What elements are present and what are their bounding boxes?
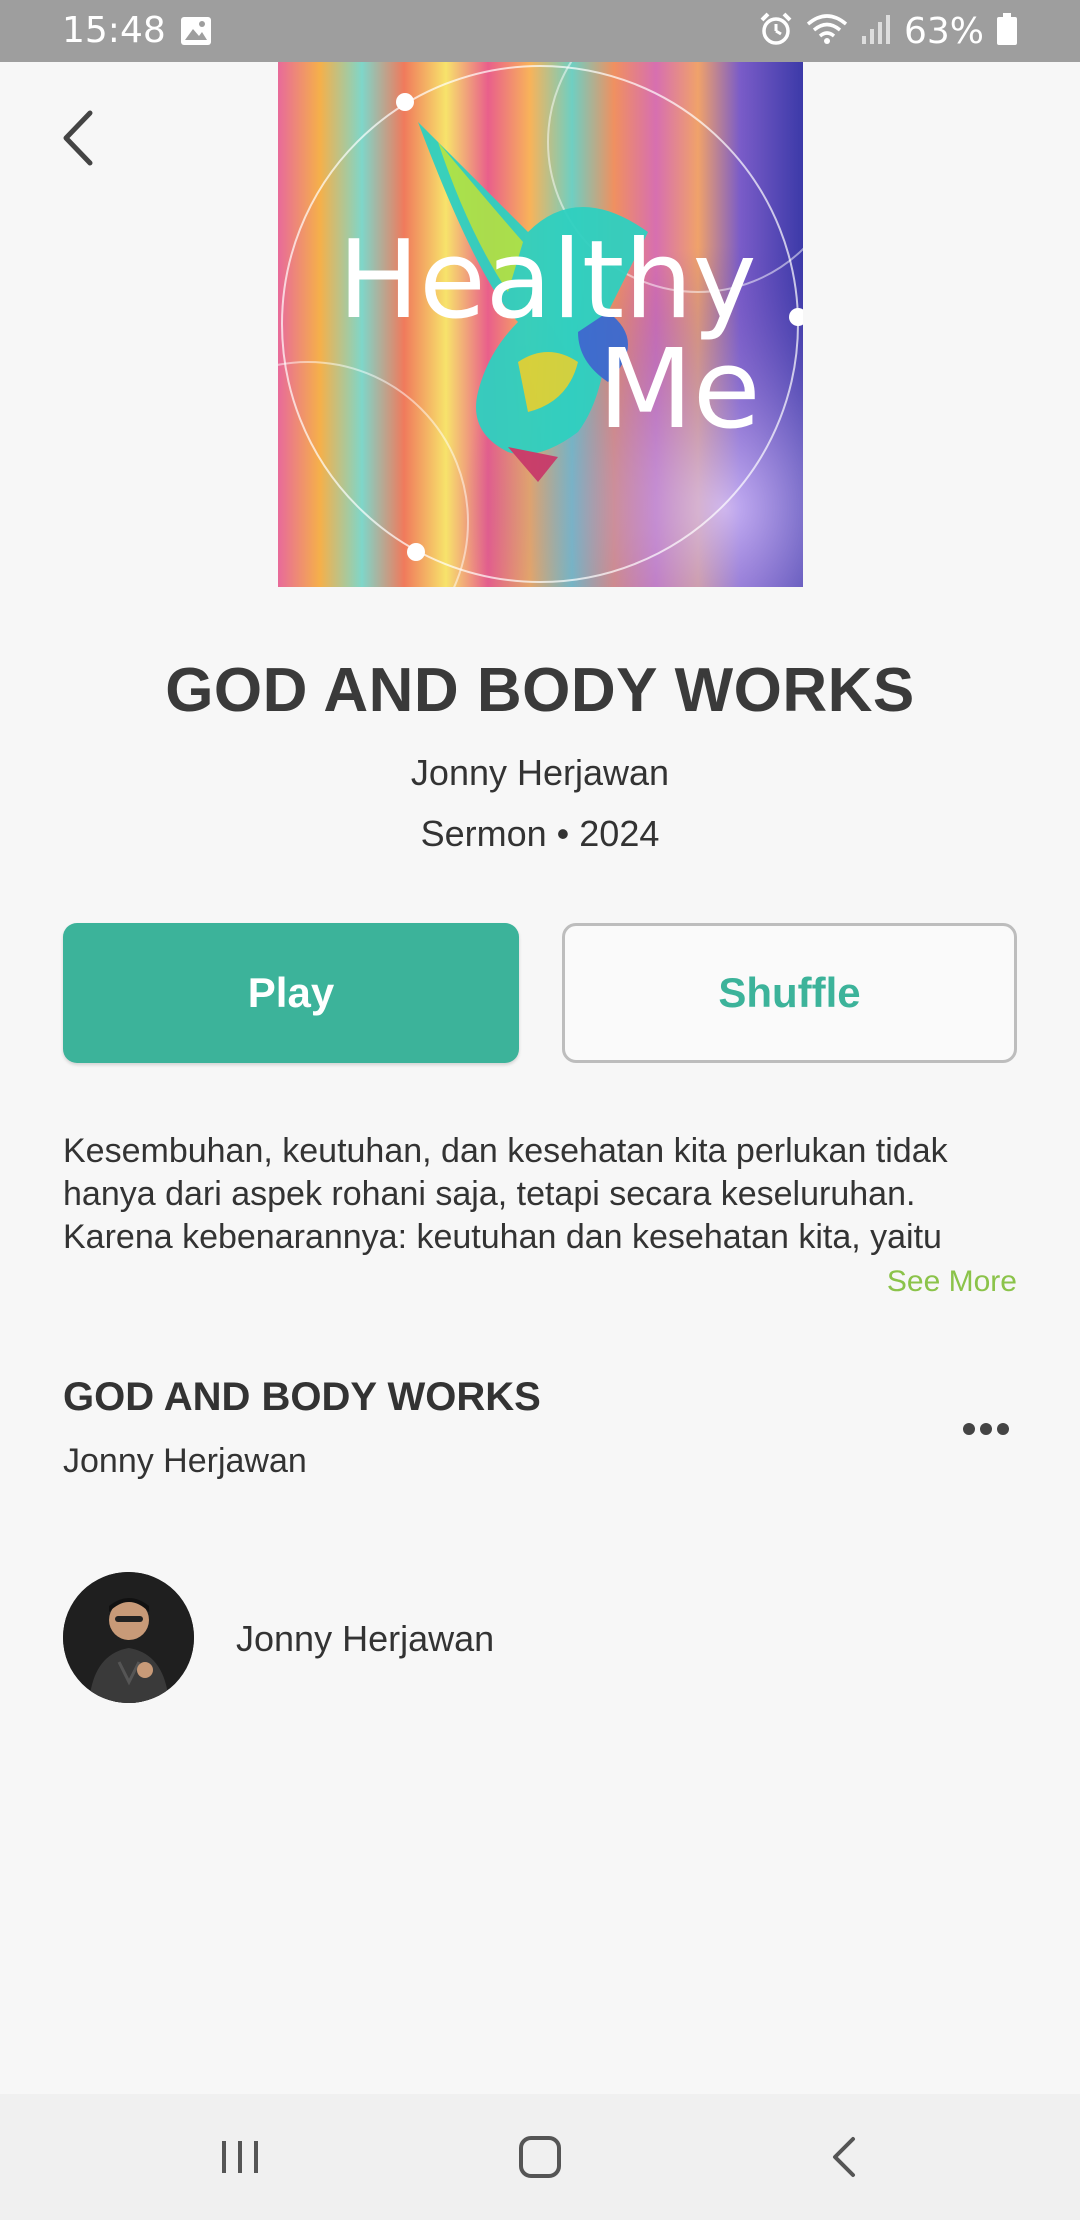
more-options-button[interactable] xyxy=(955,1400,1017,1458)
track-artist: Jonny Herjawan xyxy=(63,1442,307,1480)
cover-title-line2: Me xyxy=(598,325,761,453)
status-time: 15:48 xyxy=(62,10,166,51)
album-cover: Healthy Me xyxy=(278,62,803,587)
album-title: GOD AND BODY WORKS xyxy=(165,656,915,725)
status-bar: 15:48 63% xyxy=(0,0,1080,62)
battery-icon xyxy=(996,12,1018,50)
alarm-icon xyxy=(758,11,794,51)
back-arrow-icon xyxy=(833,2137,855,2177)
album-meta: Sermon • 2024 xyxy=(420,813,660,854)
shuffle-button[interactable]: Shuffle xyxy=(562,923,1017,1063)
album-artist[interactable]: Jonny Herjawan xyxy=(0,752,1080,794)
speaker-name[interactable]: Jonny Herjawan xyxy=(236,1618,494,1660)
track-title[interactable]: GOD AND BODY WORKS xyxy=(63,1375,541,1420)
more-horizontal-icon xyxy=(963,1423,1009,1435)
play-button[interactable]: Play xyxy=(63,923,519,1063)
system-nav-bar xyxy=(0,2094,1080,2220)
recent-apps-icon xyxy=(222,2141,258,2173)
home-icon xyxy=(519,2136,561,2178)
description-text: Kesembuhan, keutuhan, dan kesehatan kita… xyxy=(63,1132,948,1256)
nav-back-button[interactable] xyxy=(789,2112,899,2202)
gallery-icon xyxy=(180,16,212,50)
wifi-icon xyxy=(806,12,848,50)
chevron-left-icon xyxy=(63,110,93,166)
signal-icon xyxy=(860,12,892,50)
status-icons: 63% xyxy=(758,10,1018,52)
speaker-avatar[interactable] xyxy=(63,1572,194,1703)
see-more-link[interactable]: See More xyxy=(887,1265,1017,1299)
back-button[interactable] xyxy=(48,100,108,176)
battery-percent: 63% xyxy=(903,10,984,52)
recent-apps-button[interactable] xyxy=(185,2112,295,2202)
home-button[interactable] xyxy=(485,2112,595,2202)
